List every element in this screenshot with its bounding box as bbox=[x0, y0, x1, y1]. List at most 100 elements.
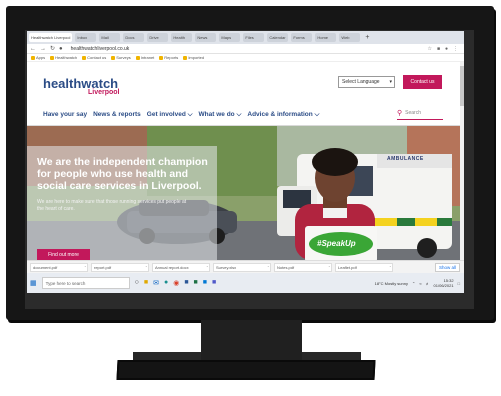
browser-tab[interactable]: Healthwatch Liverpool bbox=[29, 33, 73, 42]
forward-arrow-icon[interactable]: → bbox=[40, 46, 46, 52]
bookmark-label: Apps bbox=[36, 55, 46, 60]
browser-tab[interactable]: Home bbox=[315, 33, 337, 42]
bookmark-label: Imported bbox=[188, 55, 205, 60]
file-explorer-icon[interactable]: ■ bbox=[144, 279, 148, 287]
chevron-up-icon[interactable]: ˆ bbox=[390, 265, 391, 270]
bookmarks-bar: Apps Healthwatch Contact us Surveys Intr… bbox=[27, 54, 464, 62]
reload-icon[interactable]: ↻ bbox=[50, 45, 55, 52]
chevron-up-icon[interactable]: ˆ bbox=[268, 265, 269, 270]
mail-icon[interactable]: ✉ bbox=[153, 279, 159, 287]
folder-icon bbox=[111, 55, 116, 60]
bookmark-label: Contact us bbox=[87, 55, 107, 60]
tab-label: Mail bbox=[101, 35, 109, 40]
contact-us-button[interactable]: Contact us bbox=[403, 75, 442, 89]
download-label: report.pdf bbox=[94, 264, 112, 270]
folder-icon bbox=[183, 55, 188, 60]
downloads-bar: document.pdf ˆ report.pdf ˆ Annual report.… bbox=[27, 260, 464, 273]
download-item[interactable]: Survey.xlsx ˆ bbox=[213, 262, 271, 272]
tab-label: Drive bbox=[149, 35, 159, 40]
browser-tab[interactable]: Health bbox=[171, 33, 193, 42]
browser-tab[interactable]: Files bbox=[243, 33, 265, 42]
browser-tab[interactable]: Inbox bbox=[75, 33, 97, 42]
taskbar-search-placeholder: Type here to search bbox=[45, 280, 86, 286]
bookmark-item[interactable]: Imported bbox=[183, 55, 204, 60]
bookmark-item[interactable]: Apps bbox=[31, 55, 45, 60]
volume-icon[interactable]: ♬ bbox=[426, 281, 430, 286]
tab-label: News bbox=[197, 35, 208, 40]
site-search[interactable]: ⚲ Search bbox=[397, 107, 443, 120]
teams-icon[interactable]: ■ bbox=[212, 279, 216, 287]
browser-tab[interactable]: Mail bbox=[99, 33, 121, 42]
page-scrollbar-thumb[interactable] bbox=[460, 66, 464, 106]
extensions-icon[interactable]: ■ bbox=[437, 46, 440, 52]
back-arrow-icon[interactable]: ← bbox=[30, 46, 36, 52]
bookmark-item[interactable]: Surveys bbox=[111, 55, 131, 60]
chevron-down-icon: ▾ bbox=[389, 79, 392, 85]
show-all-downloads-button[interactable]: Show all bbox=[434, 262, 460, 272]
chevron-up-icon[interactable]: ˆ bbox=[207, 265, 208, 270]
hero-subtitle: We are here to make sure that those runn… bbox=[37, 199, 187, 212]
monitor-stand-foot bbox=[116, 360, 376, 380]
outlook-icon[interactable]: ■ bbox=[203, 279, 207, 287]
url-field[interactable]: healthwatchliverpool.co.uk bbox=[71, 46, 130, 52]
nav-item-advice-information[interactable]: Advice & information ⌵ bbox=[247, 111, 319, 119]
download-label: Leaflet.pdf bbox=[338, 264, 357, 270]
chevron-up-icon[interactable]: ˆ bbox=[85, 265, 86, 270]
search-icon: ⚲ bbox=[397, 110, 403, 117]
word-icon[interactable]: ■ bbox=[184, 279, 188, 287]
notifications-icon[interactable]: □ bbox=[458, 281, 460, 286]
download-item[interactable]: Leaflet.pdf ˆ bbox=[335, 262, 393, 272]
tab-label: Healthwatch Liverpool bbox=[31, 35, 71, 40]
download-item[interactable]: document.pdf ˆ bbox=[30, 262, 88, 272]
bookmark-item[interactable]: Healthwatch bbox=[50, 55, 77, 60]
bookmark-item[interactable]: Contact us bbox=[82, 55, 106, 60]
nav-item-have-your-say[interactable]: Have your say bbox=[43, 111, 87, 119]
folder-icon bbox=[135, 55, 140, 60]
taskbar-pinned-apps: ○ ■ ✉ ● ◉ ■ ■ ■ ■ bbox=[135, 279, 217, 287]
menu-dots-icon[interactable]: ⋮ bbox=[453, 46, 458, 52]
chevron-up-icon[interactable]: ⌃ bbox=[412, 281, 415, 286]
browser-tab[interactable]: Calendar bbox=[267, 33, 289, 42]
search-input[interactable]: Search bbox=[405, 110, 421, 116]
browser-tab[interactable]: News bbox=[195, 33, 217, 42]
edge-browser-icon[interactable]: ● bbox=[164, 279, 168, 287]
download-item[interactable]: Annual report.docx ˆ bbox=[152, 262, 210, 272]
nav-item-get-involved[interactable]: Get involved ⌵ bbox=[147, 111, 193, 119]
profile-icon[interactable]: ● bbox=[445, 46, 448, 52]
chevron-up-icon[interactable]: ˆ bbox=[329, 265, 330, 270]
chevron-up-icon[interactable]: ˆ bbox=[146, 265, 147, 270]
clock-date: 01/06/2021 bbox=[433, 283, 454, 288]
taskbar-search-input[interactable]: Type here to search bbox=[41, 277, 130, 289]
new-tab-button[interactable]: + bbox=[365, 34, 369, 41]
find-out-more-button[interactable]: Find out more bbox=[37, 249, 90, 260]
taskbar-clock[interactable]: 15:32 01/06/2021 bbox=[434, 278, 454, 288]
download-label: Notes.pdf bbox=[277, 264, 295, 270]
tab-label: Web bbox=[341, 35, 350, 40]
nav-item-what-we-do[interactable]: What we do ⌵ bbox=[199, 111, 242, 119]
folder-icon bbox=[31, 55, 35, 60]
browser-tab[interactable]: Maps bbox=[219, 33, 241, 42]
download-label: Annual report.docx bbox=[155, 264, 189, 270]
download-item[interactable]: report.pdf ˆ bbox=[91, 262, 149, 272]
wifi-icon[interactable]: ≈ bbox=[419, 281, 421, 286]
chrome-browser-icon[interactable]: ◉ bbox=[173, 279, 179, 287]
tab-label: Files bbox=[245, 35, 254, 40]
folder-icon bbox=[50, 55, 55, 60]
monitor-stand-neck bbox=[201, 320, 302, 363]
language-select[interactable]: Select Language ▾ bbox=[338, 76, 395, 88]
excel-icon[interactable]: ■ bbox=[194, 279, 198, 287]
bookmark-item[interactable]: Reports bbox=[159, 55, 178, 60]
download-item[interactable]: Notes.pdf ˆ bbox=[274, 262, 332, 272]
nav-item-news-reports[interactable]: News & reports bbox=[93, 111, 141, 119]
bookmark-item[interactable]: Intranet bbox=[135, 55, 154, 60]
browser-tab[interactable]: Docs bbox=[123, 33, 145, 42]
star-icon[interactable]: ☆ bbox=[427, 46, 431, 52]
weather-status[interactable]: 18°C Mostly sunny bbox=[375, 281, 408, 286]
browser-tab[interactable]: Forms bbox=[291, 33, 313, 42]
task-view-icon[interactable]: ○ bbox=[135, 279, 139, 287]
tab-label: Forms bbox=[293, 35, 305, 40]
browser-tab[interactable]: Web bbox=[339, 33, 361, 42]
browser-tab[interactable]: Drive bbox=[147, 33, 169, 42]
bookmark-label: Surveys bbox=[116, 55, 131, 60]
windows-start-icon[interactable]: ▦ bbox=[30, 279, 37, 287]
